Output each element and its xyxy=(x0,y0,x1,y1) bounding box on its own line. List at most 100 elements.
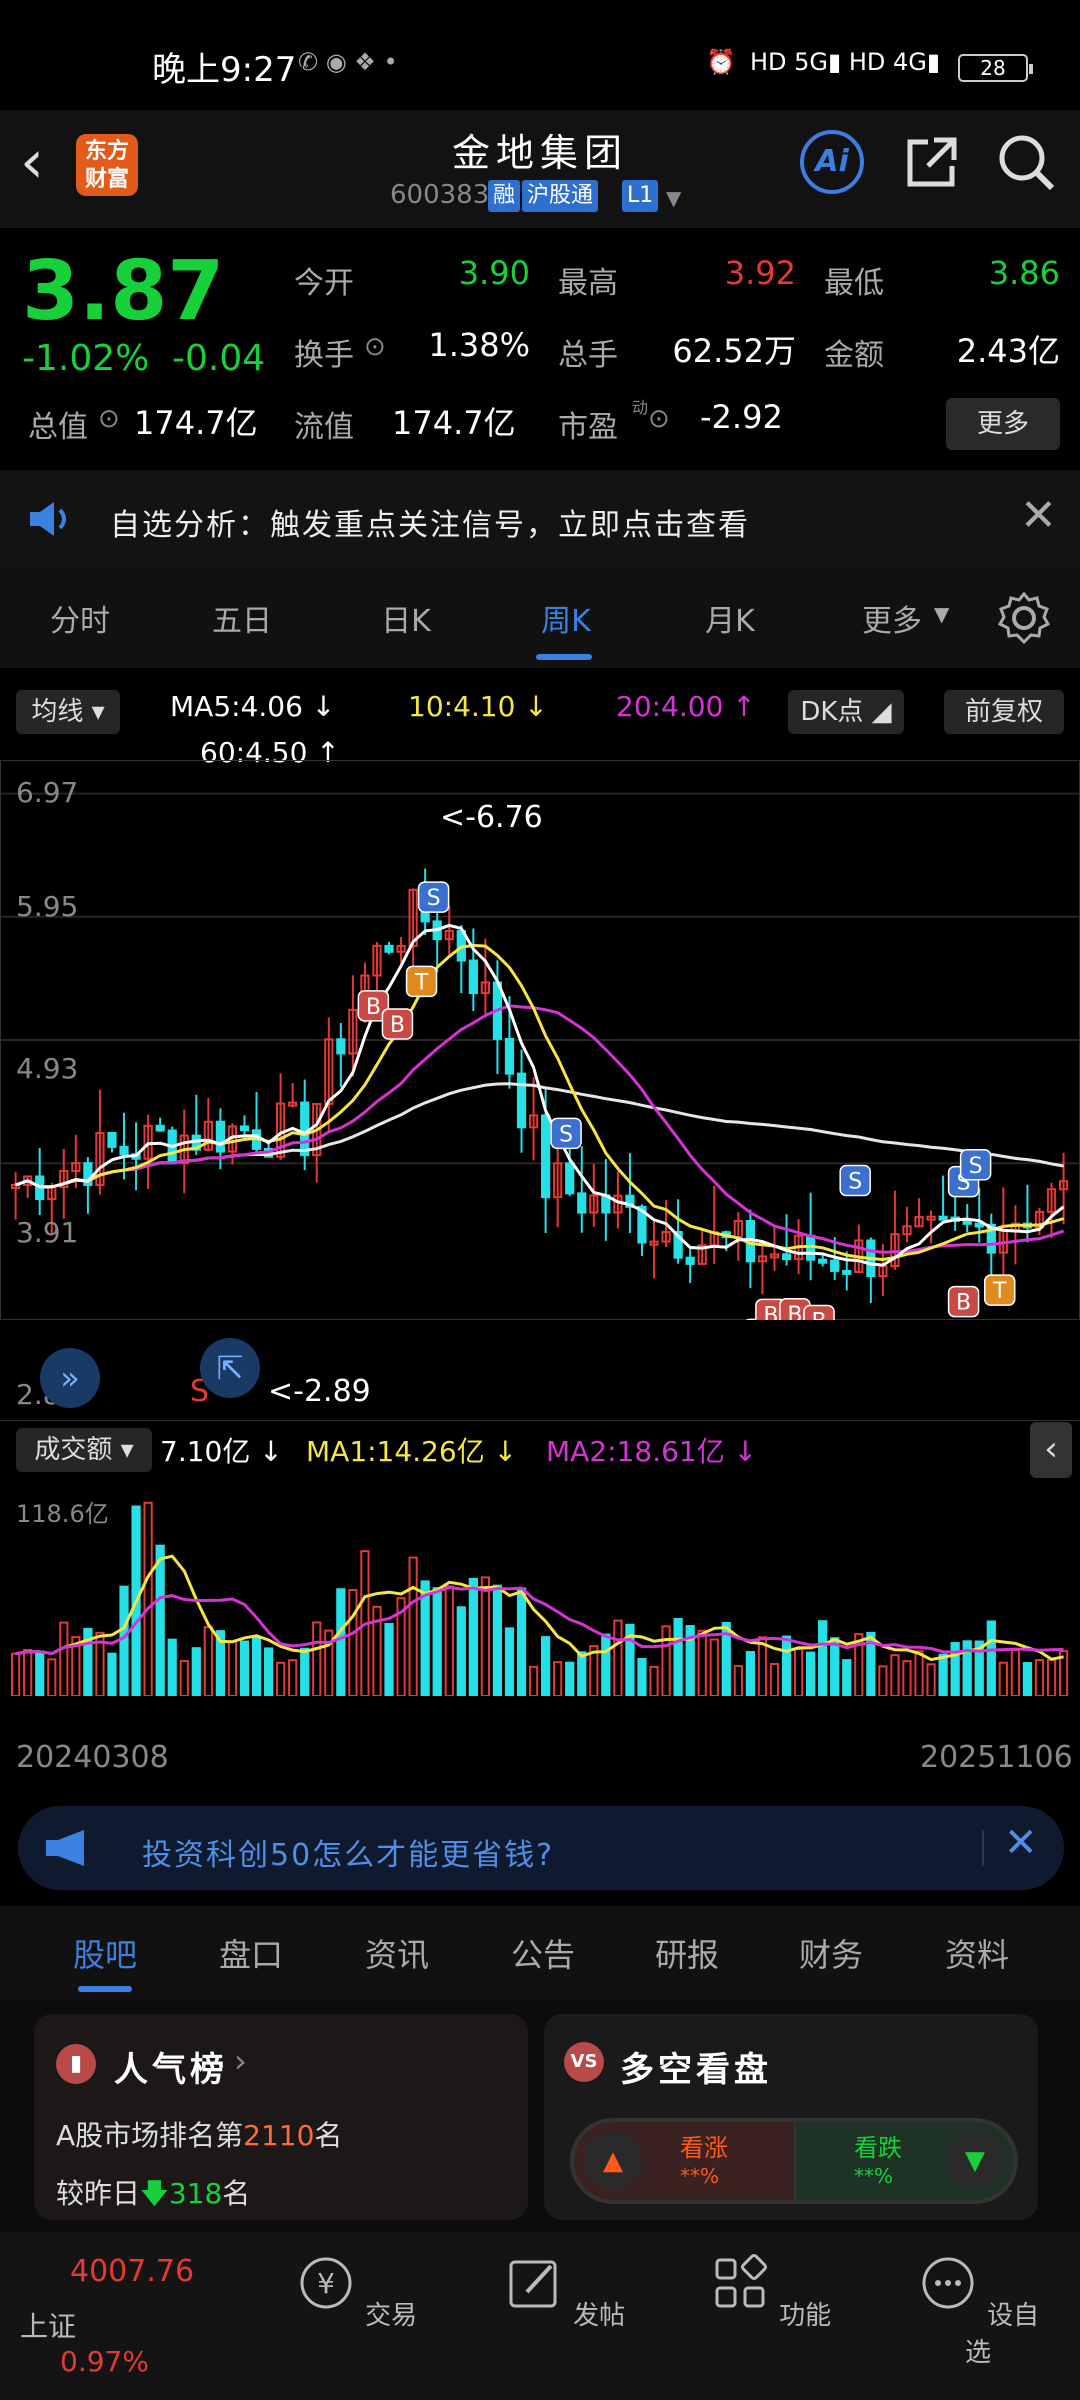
quote-panel: 3.87 -1.02% -0.04 今开 3.90 最高 3.92 最低 3.8… xyxy=(0,228,1080,464)
nav-add-watchlist[interactable]: 设自选 xyxy=(908,2252,1048,2369)
ad-text: 投资科创50怎么才能更省钱? xyxy=(142,1838,555,1873)
open-label: 今开 xyxy=(294,266,354,301)
bull-bear-title: 多空看盘 xyxy=(620,2050,772,2090)
candle xyxy=(842,1269,852,1275)
signal-marker: S xyxy=(550,1117,582,1150)
svg-text:T: T xyxy=(414,970,429,995)
popularity-card[interactable]: ▮ 人气榜 › A股市场排名第2110名 较昨日🡇318名 xyxy=(34,2014,528,2220)
candle xyxy=(215,1120,225,1153)
vs-icon: VS xyxy=(564,2042,604,2082)
more-button[interactable]: 更多 xyxy=(946,398,1060,450)
bullish-arrow-icon[interactable]: ▲ xyxy=(584,2132,642,2190)
volume-bar xyxy=(998,1661,1008,1696)
volume-bar xyxy=(733,1665,743,1696)
tab-intraday[interactable]: 分时 xyxy=(20,596,140,640)
expand-icon[interactable]: » xyxy=(40,1348,100,1408)
tab-news[interactable]: 资讯 xyxy=(342,1930,452,1976)
battery-icon: 28 xyxy=(958,54,1033,82)
edit-icon xyxy=(509,2260,557,2308)
close-icon[interactable]: ✕ xyxy=(1020,490,1057,541)
dk-points-button[interactable]: DK点 ◢ xyxy=(788,690,904,734)
ai-button[interactable]: Ai xyxy=(800,130,864,194)
dropdown-icon[interactable]: ▼ xyxy=(666,186,681,210)
volume-bar xyxy=(155,1544,165,1696)
volume-bar xyxy=(203,1626,213,1696)
volume-bar xyxy=(312,1621,322,1696)
date-start: 20240308 xyxy=(16,1740,169,1775)
nav-trade[interactable]: ¥ 交易 xyxy=(286,2252,426,2332)
svg-text:B: B xyxy=(787,1303,802,1320)
volume-bar xyxy=(793,1648,804,1696)
rank-change-line: 较昨日🡇318名 xyxy=(56,2177,251,2210)
volume-bar xyxy=(384,1622,394,1696)
info-icon[interactable]: ⊙ xyxy=(98,404,120,434)
volume-bar xyxy=(348,1589,358,1696)
signal-marker: B xyxy=(947,1285,980,1318)
close-icon[interactable]: ✕ xyxy=(1004,1820,1038,1866)
bearish-arrow-icon[interactable]: ▼ xyxy=(946,2132,1004,2190)
tab-weekly-k[interactable]: 周K xyxy=(506,596,626,640)
info-icon[interactable]: ⊙ xyxy=(648,404,670,434)
signal-marker: T xyxy=(983,1274,1016,1306)
tab-guba[interactable]: 股吧 xyxy=(50,1930,160,1976)
gear-icon[interactable] xyxy=(996,590,1052,646)
nav-post[interactable]: 发帖 xyxy=(494,2252,634,2332)
volume-bar xyxy=(288,1659,298,1696)
svg-text:S: S xyxy=(427,886,441,911)
candle xyxy=(830,1259,840,1272)
info-icon[interactable]: ⊙ xyxy=(364,332,386,362)
volume-bar xyxy=(492,1584,503,1696)
candle xyxy=(962,1219,972,1225)
signal-icon: HD 5G▮ HD 4G▮ xyxy=(750,48,941,76)
volume-bar xyxy=(191,1647,201,1696)
ma-selector-button[interactable]: 均线 ▾ xyxy=(16,690,120,734)
search-icon[interactable] xyxy=(992,128,1060,196)
volume-bar xyxy=(119,1585,129,1696)
volume-label: 总手 xyxy=(558,338,618,373)
k-line-chart[interactable]: 均线 ▾ MA5:4.06 ↓ 10:4.10 ↓ 20:4.00 ↑ 60:4… xyxy=(0,668,1080,1798)
tab-monthly-k[interactable]: 月K xyxy=(670,596,790,640)
collapse-panel-icon[interactable]: ‹ xyxy=(1030,1422,1072,1478)
candlestick-plot[interactable]: BBTSSBBBBTSSSBT xyxy=(0,760,1080,1320)
cursor-icon[interactable]: ⇱ xyxy=(200,1338,260,1398)
signal-marker: S xyxy=(959,1149,992,1181)
forward-adjust-button[interactable]: 前复权 xyxy=(944,690,1064,734)
candle xyxy=(516,1072,527,1129)
tab-order-book[interactable]: 盘口 xyxy=(196,1930,306,1976)
volume-bar xyxy=(890,1654,900,1696)
signal-marker: S xyxy=(417,881,450,913)
volume-bar xyxy=(745,1651,755,1696)
candle xyxy=(239,1125,250,1132)
ma20-value: 20:4.00 ↑ xyxy=(616,690,756,723)
candle xyxy=(781,1253,792,1261)
nav-functions[interactable]: 功能 xyxy=(700,2252,840,2332)
volume-bar xyxy=(336,1588,346,1696)
vote-bar: ▲ 看涨 **% 看跌 **% ▼ xyxy=(570,2118,1018,2204)
tab-announcements[interactable]: 公告 xyxy=(488,1930,598,1976)
ad-banner[interactable]: 投资科创50怎么才能更省钱? ✕ xyxy=(18,1806,1064,1890)
volume-bar xyxy=(1046,1658,1057,1696)
tab-profile[interactable]: 资料 xyxy=(922,1930,1032,1976)
tab-financials[interactable]: 财务 xyxy=(776,1930,886,1976)
tab-research[interactable]: 研报 xyxy=(632,1930,742,1976)
chevron-right-icon: › xyxy=(234,2042,247,2080)
volume-bar xyxy=(565,1661,575,1696)
volume-bar xyxy=(541,1636,551,1696)
signal-marker: B xyxy=(803,1304,835,1320)
bottom-nav: 4007.76 上证 0.97% ¥ 交易 发帖 功能 设自选 xyxy=(0,2232,1080,2400)
share-icon[interactable] xyxy=(898,128,966,196)
bull-bear-card[interactable]: VS 多空看盘 ▲ 看涨 **% 看跌 **% ▼ xyxy=(544,2014,1038,2220)
index-name: 上证 xyxy=(20,2310,77,2343)
candle xyxy=(300,1101,310,1157)
low-marker: <-2.89 xyxy=(268,1374,371,1409)
tab-daily-k[interactable]: 日K xyxy=(346,596,466,640)
volume-bar xyxy=(444,1585,454,1696)
volume-bar xyxy=(1010,1648,1020,1696)
volume-bar xyxy=(914,1650,924,1696)
index-ticker[interactable]: 4007.76 上证 0.97% xyxy=(20,2254,194,2378)
volume-selector-button[interactable]: 成交额 ▾ xyxy=(16,1428,152,1472)
alert-banner[interactable]: 自选分析：触发重点关注信号，立即点击查看 ✕ xyxy=(0,470,1080,568)
svg-text:B: B xyxy=(763,1303,778,1320)
bearish-value: **% xyxy=(854,2164,894,2188)
tab-five-day[interactable]: 五日 xyxy=(182,596,302,640)
